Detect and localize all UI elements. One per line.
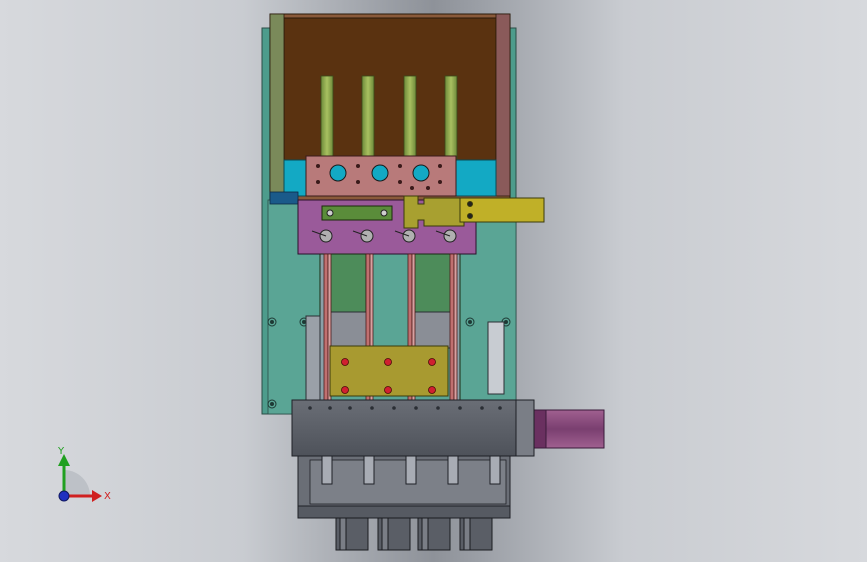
pin-bracket xyxy=(329,345,449,397)
z-axis-dot xyxy=(58,490,70,502)
y-axis-label: Y xyxy=(57,446,65,457)
reference-triad: Y X xyxy=(57,446,111,502)
x-axis-label: X xyxy=(104,491,111,502)
cad-viewport[interactable]: Y X xyxy=(0,0,867,562)
pink-distribution-block xyxy=(305,155,457,197)
pneumatic-cylinder xyxy=(533,409,605,449)
x-axis-arrow xyxy=(92,490,102,502)
outlet-feet xyxy=(335,517,493,551)
